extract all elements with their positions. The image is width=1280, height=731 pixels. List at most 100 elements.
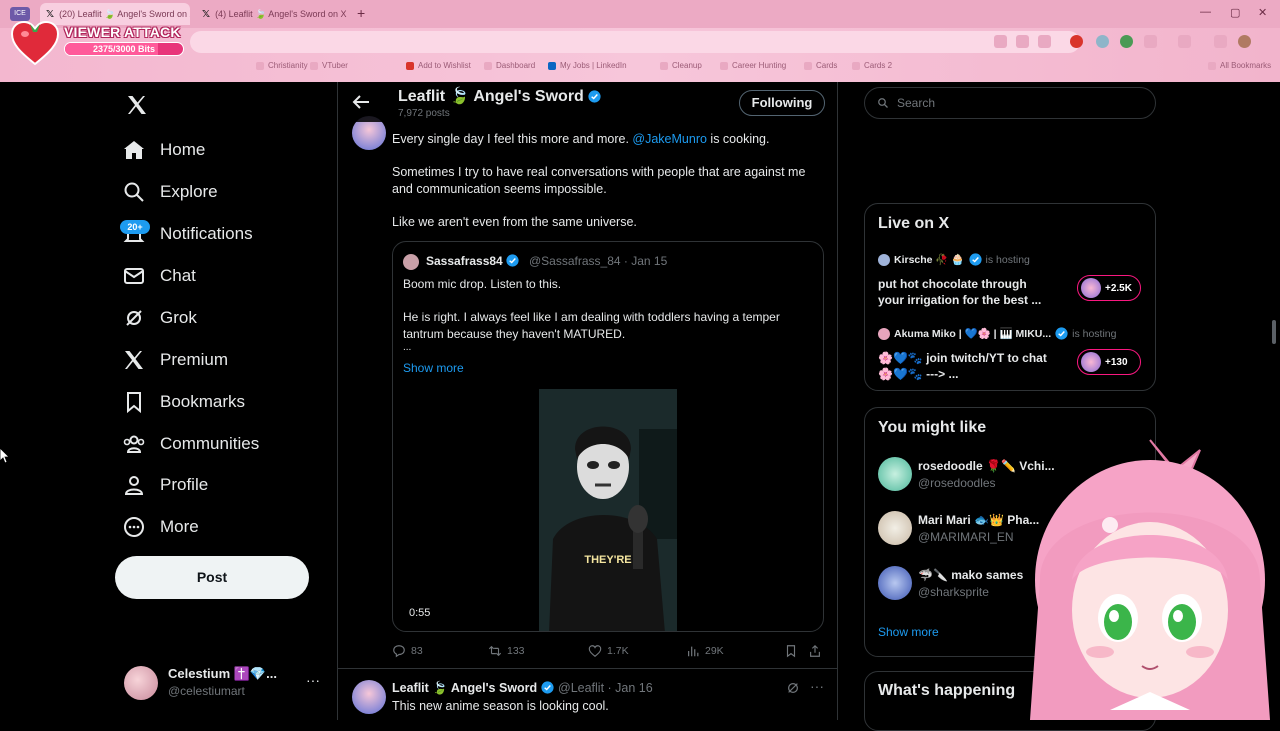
bookmark-vtuber[interactable]: VTuber [310,61,348,70]
bookmark-career[interactable]: Career Hunting [720,61,786,70]
close-window-icon[interactable]: ✕ [1258,6,1267,19]
browser-tab-2[interactable]: 𝕏 (4) Leaflit 🍃 Angel's Sword on X × [196,3,348,25]
reply-icon [393,645,405,658]
reply-button[interactable]: 83 [392,644,423,658]
panel-title: What's happening [878,682,1016,699]
tweet-author-name[interactable]: Leaflit 🍃 Angel's Sword [392,681,554,696]
search-icon [124,182,144,202]
live-host[interactable]: Kirsche 🥀 🧁 is hosting [878,253,1030,266]
bookmark-icon [786,645,796,658]
home-icon [124,141,144,159]
viewer-attack-title: VIEWER ATTACK [64,24,181,40]
nav-grok[interactable]: Grok [122,300,197,336]
profile-avatar-icon[interactable] [1238,35,1251,48]
back-arrow-icon[interactable] [352,94,370,110]
maximize-icon[interactable]: ▢ [1230,6,1240,19]
nav-label: Grok [160,308,197,327]
nav-more[interactable]: More [122,509,199,545]
extensions-icon[interactable] [1144,35,1157,48]
extension-blue-icon[interactable] [1096,35,1109,48]
nav-profile[interactable]: Profile [122,467,208,503]
quote-text-line-2: He is right. I always feel like I am dea… [403,310,780,324]
mail-icon [124,268,144,284]
live-host[interactable]: Akuma Miko | 💙🌸 | 🎹 MIKU... is hosting [878,327,1116,340]
profile-name: Leaflit 🍃 Angel's Sword [398,86,601,106]
more-options-icon[interactable]: ··· [810,678,824,694]
share-button[interactable] [808,644,822,658]
bookmark-all[interactable]: All Bookmarks [1208,61,1271,70]
bookmark-dashboard[interactable]: Dashboard [484,61,535,70]
star-icon[interactable] [1038,35,1051,48]
nav-bookmarks[interactable]: Bookmarks [122,384,245,420]
address-bar[interactable] [190,31,1080,53]
browser-chrome: ICE 𝕏 (20) Leaflit 🍃 Angel's Sword on X … [0,0,1280,82]
nav-label: Home [160,140,206,159]
views-button[interactable]: 29K [686,644,724,658]
nav-label: Profile [160,475,209,494]
mention-link[interactable]: @JakeMunro [632,132,707,146]
tomato-heart-icon [10,20,60,66]
live-title[interactable]: 🌸💙🐾 join twitch/YT to chat 🌸💙🐾 ---> ... [878,350,1047,382]
bookmark-wishlist[interactable]: Add to Wishlist [406,61,471,70]
verified-badge-icon [968,253,982,266]
nav-label: Communities [160,434,260,453]
zoom-icon[interactable] [994,35,1007,48]
scrollbar[interactable] [1272,320,1276,344]
sidebar-icon[interactable] [1178,35,1191,48]
more-icon [124,517,144,537]
grok-icon [126,310,142,326]
live-listener-count[interactable]: +130 [1077,349,1141,375]
verified-badge-icon [541,681,554,694]
live-title[interactable]: put hot chocolate through your irrigatio… [878,276,1041,308]
bits-progress-label: 2375/3000 Bits [92,44,156,54]
bookmark-cards[interactable]: Cards [804,61,837,70]
avatar [1081,278,1101,298]
install-icon[interactable] [1016,35,1029,48]
quote-text-line-3: tantrum because they haven't MATURED. [403,327,626,341]
avatar [403,254,419,270]
bookmark-cleanup[interactable]: Cleanup [660,61,702,70]
analytics-icon [688,646,699,657]
verified-badge-icon [506,254,519,267]
x-logo-icon[interactable] [124,93,150,117]
share-icon [810,644,820,657]
extension-red-icon[interactable] [1070,35,1083,48]
nav-label: Premium [160,350,229,369]
like-button[interactable]: 1.7K [588,644,629,658]
new-tab-button[interactable]: + [357,5,365,21]
show-more-link[interactable]: Show more [878,625,939,639]
tweet-text-line-1: Every single day I feel this more and mo… [392,132,770,146]
nav-label: Bookmarks [160,392,246,411]
post-button[interactable]: Post [115,556,309,599]
nav-communities[interactable]: Communities [122,426,259,462]
x-favicon-icon: 𝕏 [202,8,211,20]
repost-count: 133 [507,645,525,657]
following-button[interactable]: Following [739,90,825,116]
notification-badge: 20+ [120,220,150,234]
avatar[interactable] [352,680,386,714]
tweet-text-line-3: and communication seems impossible. [392,182,607,196]
quoted-tweet[interactable]: Sassafrass84 @Sassafrass_84 · Jan 15 Boo… [392,241,824,632]
bookmark-christianity[interactable]: Christianity [256,61,308,70]
downloads-icon[interactable] [1214,35,1227,48]
more-options-icon[interactable]: ··· [306,672,320,688]
post-count: 7,972 posts [398,108,450,119]
live-listener-count[interactable]: +2.5K [1077,275,1141,301]
show-more-link[interactable]: Show more [403,361,464,375]
grok-icon[interactable] [786,681,800,695]
extension-green-icon[interactable] [1120,35,1133,48]
bookmark-linkedin[interactable]: My Jobs | LinkedIn [548,61,627,70]
nav-premium[interactable]: Premium [122,342,228,378]
repost-button[interactable]: 133 [488,644,525,658]
nav-explore[interactable]: Explore [122,174,218,210]
bookmark-button[interactable] [784,644,798,658]
video-player[interactable]: THEY'RE [539,389,677,631]
account-switcher[interactable]: Celestium ✝️💎... @celestiumart ··· [124,664,329,704]
nav-chat[interactable]: Chat [122,258,196,294]
nav-home[interactable]: Home [122,132,205,168]
vtuber-avatar-overlay [1030,439,1270,720]
search-input[interactable]: Search [864,87,1156,119]
bookmark-cards-2[interactable]: Cards 2 [852,61,892,70]
profile-icon [124,476,144,495]
minimize-icon[interactable]: — [1200,6,1211,18]
